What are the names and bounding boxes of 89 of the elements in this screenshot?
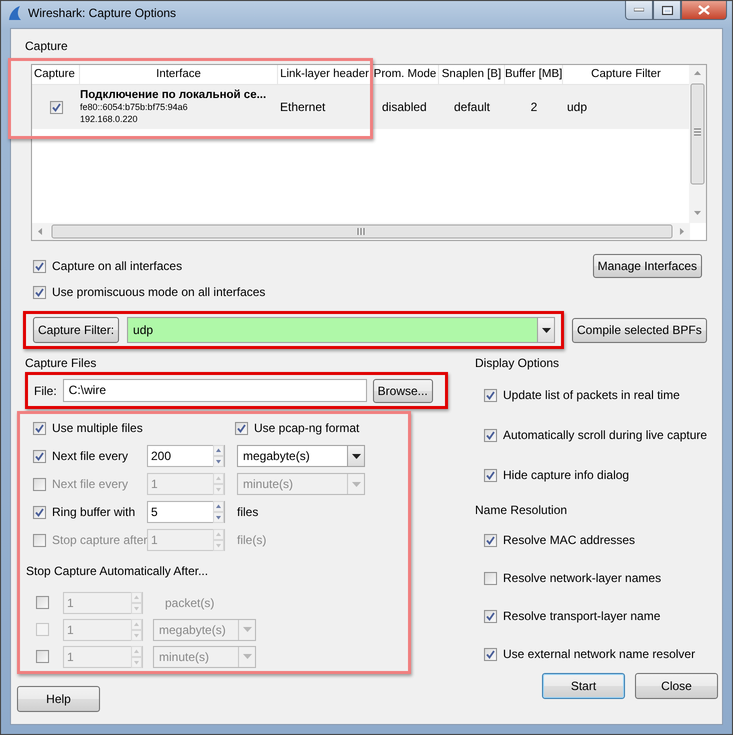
fin-icon — [8, 5, 22, 21]
close-dialog-button[interactable]: Close — [635, 673, 718, 699]
checkbox-label: Use promiscuous mode on all interfaces — [52, 285, 266, 299]
close-button[interactable] — [681, 1, 727, 20]
column-header[interactable]: Prom. Mode — [372, 65, 439, 84]
help-button[interactable]: Help — [17, 686, 100, 712]
checkbox[interactable] — [484, 388, 497, 402]
checkbox[interactable] — [33, 286, 46, 298]
section-label: Name Resolution — [475, 502, 568, 519]
minimize-icon — [634, 8, 644, 12]
section-label: Stop Capture Automatically After... — [26, 564, 210, 580]
dropdown-arrow-icon — [242, 654, 252, 659]
checkbox-label: Stop capture after — [52, 533, 148, 547]
capture-filter-field[interactable]: udp — [127, 317, 555, 343]
table-cell-text: 2 — [530, 99, 538, 116]
checkbox[interactable] — [484, 534, 497, 546]
checkbox[interactable] — [484, 428, 497, 442]
maximize-icon — [662, 6, 672, 14]
unit-label: file(s) — [237, 533, 266, 547]
checkbox-label: Hide capture info dialog — [503, 468, 630, 482]
checkbox-label: Capture on all interfaces — [52, 259, 182, 273]
checkbox[interactable] — [33, 506, 46, 518]
spin-arrows-icon — [131, 618, 142, 640]
checkbox-label: Resolve MAC addresses — [503, 533, 636, 547]
checkbox[interactable] — [484, 610, 497, 622]
dropdown-arrow-icon — [542, 328, 550, 332]
spin-arrows-icon — [131, 592, 142, 614]
table-cell-text: udp — [566, 99, 588, 116]
interface-ip: 192.168.0.220 — [80, 113, 138, 125]
checkbox[interactable] — [235, 422, 248, 434]
checkbox[interactable] — [484, 572, 497, 584]
column-header[interactable]: Snaplen [B] — [439, 65, 505, 84]
checkbox-label: Use multiple files — [52, 421, 143, 435]
browse-button[interactable]: Browse... — [372, 378, 433, 402]
table-cell-text: default — [452, 99, 492, 116]
unit-label: files — [237, 505, 258, 519]
column-header[interactable]: Capture — [32, 65, 80, 84]
spin-arrows-icon — [213, 501, 224, 523]
checkbox[interactable] — [33, 260, 46, 272]
checkbox-label: Automatically scroll during live capture — [503, 428, 708, 442]
table-cell-text: disabled — [381, 99, 428, 116]
compile-bpfs-button[interactable]: Compile selected BPFs — [572, 318, 707, 342]
table-row[interactable]: Подключение по локальной се... fe80::6054:b75b:bf75:94a6 192.168.0.220 Ethernet disabled default 2 udp — [32, 85, 690, 129]
checkbox-label: Use external network name resolver — [503, 647, 696, 661]
checkbox[interactable] — [36, 650, 49, 663]
checkbox[interactable] — [50, 100, 62, 114]
dropdown-arrow-icon — [352, 482, 360, 486]
checkbox-label: Resolve network-layer names — [503, 571, 662, 585]
column-header[interactable]: Buffer [MB] — [505, 65, 563, 84]
section-label: Display Options — [475, 356, 560, 370]
checkbox-label: Resolve transport-layer name — [503, 609, 660, 623]
spin-arrows-icon — [213, 529, 224, 551]
interface-address: fe80::6054:b75b:bf75:94a6 — [80, 101, 188, 113]
checkbox[interactable] — [484, 468, 497, 482]
capture-filter-button[interactable]: Capture Filter: — [33, 317, 120, 343]
close-icon — [698, 5, 710, 15]
checkbox-label: Next file every — [52, 449, 128, 463]
table-cell-text: Ethernet — [279, 99, 326, 116]
field-label: File: — [34, 384, 57, 398]
interface-name: Подключение по локальной се... — [80, 89, 266, 101]
horizontal-scrollbar[interactable] — [32, 223, 690, 240]
checkbox[interactable] — [33, 450, 46, 462]
dropdown[interactable]: megabyte(s) — [237, 445, 365, 467]
checkbox-label: Ring buffer with — [52, 505, 136, 519]
checkbox[interactable] — [484, 648, 497, 660]
checkbox[interactable] — [33, 422, 46, 434]
column-header[interactable]: Link-layer header — [278, 65, 372, 84]
checkbox-label: Update list of packets in real time — [503, 388, 680, 402]
checkbox[interactable] — [36, 596, 49, 609]
dropdown-arrow-icon — [352, 454, 360, 458]
spin-field[interactable]: 5 — [147, 501, 225, 523]
checkbox-label: Use pcap-ng format — [254, 421, 360, 435]
spin-arrows-icon — [131, 646, 142, 668]
start-button[interactable]: Start — [542, 673, 625, 699]
maximize-button[interactable] — [653, 1, 681, 20]
spin-arrows-icon — [213, 445, 224, 467]
spin-arrows-icon — [213, 473, 224, 495]
spin-field[interactable]: 200 — [147, 445, 225, 467]
minimize-button[interactable] — [625, 1, 653, 20]
file-field[interactable]: C:\wire — [62, 379, 367, 402]
dropdown-arrow-icon — [242, 627, 252, 632]
vertical-scrollbar[interactable] — [689, 65, 706, 223]
checkbox-label: Next file every — [52, 477, 128, 491]
manage-interfaces-button[interactable]: Manage Interfaces — [592, 254, 702, 278]
section-label: Capture Files — [24, 356, 98, 370]
unit-label: packet(s) — [165, 596, 214, 610]
window-title: Wireshark: Capture Options — [28, 6, 176, 20]
column-header[interactable]: Interface — [80, 65, 278, 84]
section-label: Capture — [24, 38, 69, 55]
